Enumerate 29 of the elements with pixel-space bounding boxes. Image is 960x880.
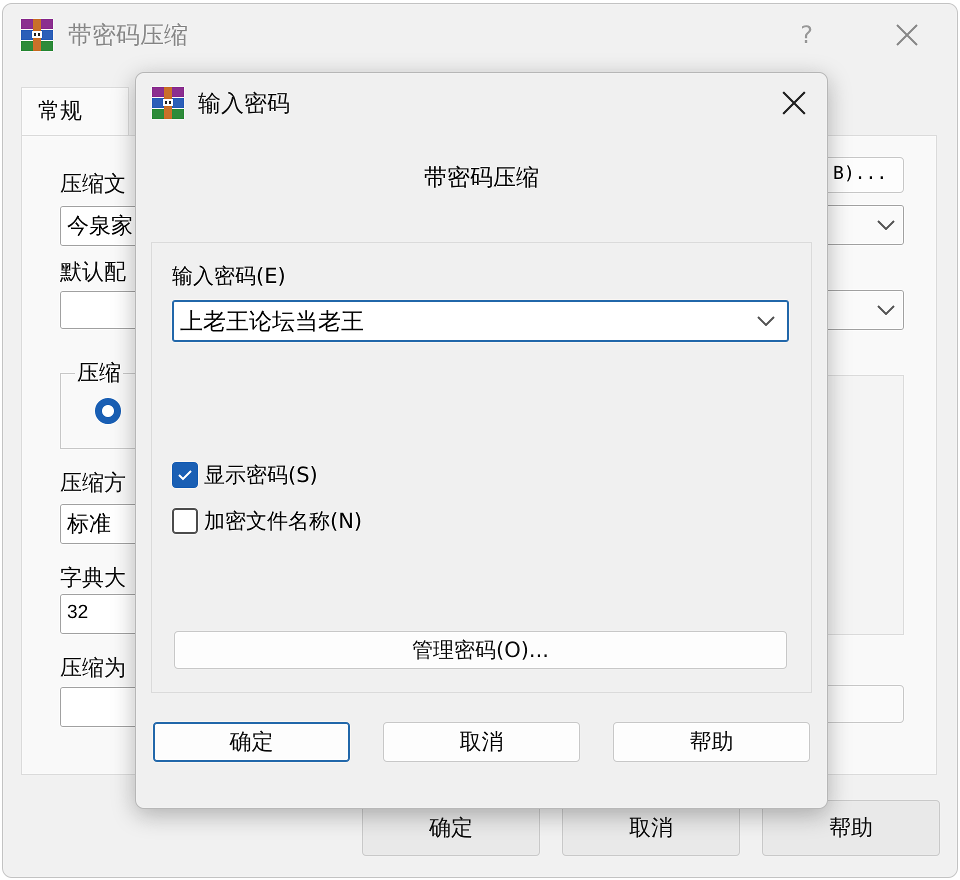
dialog-button[interactable]: 取消 [383, 722, 580, 762]
field-label: 默认配 [60, 259, 126, 287]
chevron-down-icon [877, 220, 895, 230]
books-icon [151, 86, 185, 120]
dialog-button[interactable]: 确定 [153, 722, 350, 762]
radio-button[interactable] [95, 398, 121, 424]
dialog-button[interactable]: 帮助 [762, 800, 940, 856]
window-title: 带密码压缩 [68, 20, 189, 51]
password-combo[interactable]: 上老王论坛当老王 [172, 300, 789, 342]
field-label: 压缩为 [60, 655, 126, 683]
password-value: 上老王论坛当老王 [180, 308, 364, 336]
field-label: 输入密码(E) [172, 263, 286, 289]
manage-passwords-button[interactable]: 管理密码(O)... [174, 631, 787, 669]
field-label: 字典大 [60, 565, 126, 593]
checkbox[interactable] [172, 462, 198, 488]
checkbox[interactable] [172, 508, 198, 534]
chevron-down-icon [877, 305, 895, 315]
chevron-down-icon [757, 316, 775, 326]
field-label: 压缩文 [60, 171, 126, 199]
checkmark-icon [177, 468, 193, 482]
books-icon [20, 18, 54, 52]
dialog-button[interactable]: 帮助 [613, 722, 810, 762]
tab[interactable]: 常规 [21, 87, 129, 135]
dialog-title: 输入密码 [198, 90, 291, 118]
close-icon[interactable] [781, 90, 807, 116]
checkbox-label: 加密文件名称(N) [204, 508, 362, 535]
field-label: 压缩方 [60, 470, 126, 498]
checkbox-label: 显示密码(S) [204, 462, 318, 489]
dialog-heading: 带密码压缩 [424, 164, 539, 193]
